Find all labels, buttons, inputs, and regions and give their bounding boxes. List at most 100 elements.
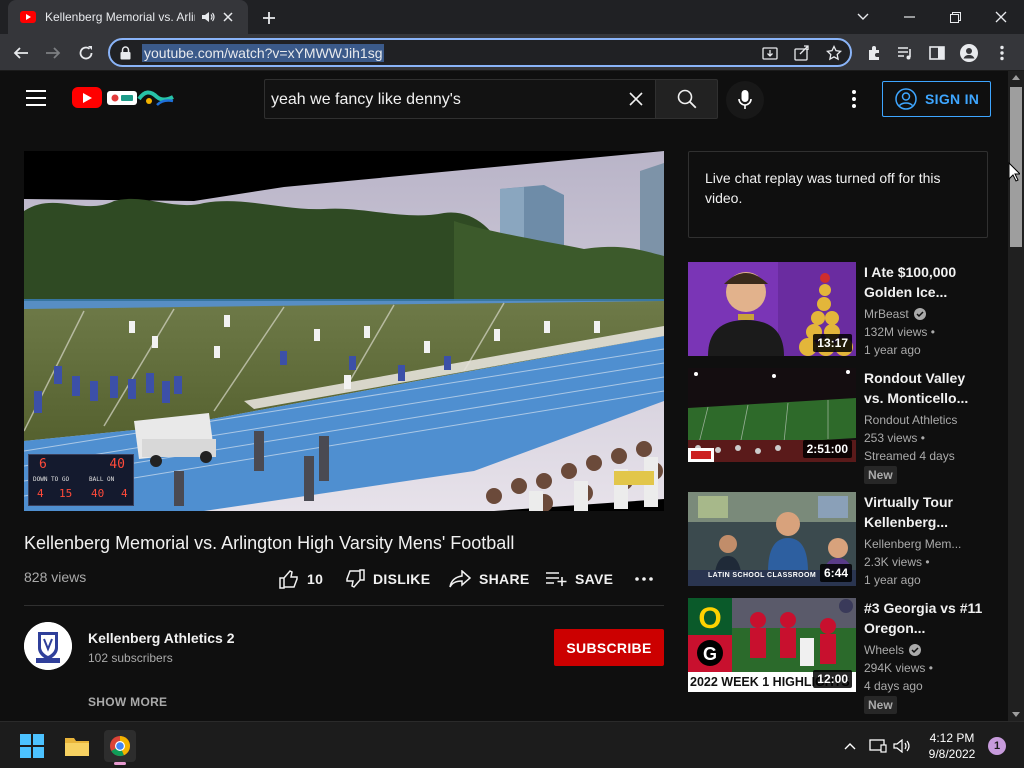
speaker-icon[interactable] (201, 11, 215, 23)
restore-button[interactable] (932, 0, 978, 34)
svg-text:O: O (698, 602, 721, 635)
recommended-video[interactable]: 2:51:00 Rondout Valley vs. Monticello...… (688, 368, 988, 484)
address-bar[interactable]: youtube.com/watch?v=xYMWWJih1sg (108, 38, 852, 67)
video-thumbnail[interactable]: 13:17 (688, 262, 856, 356)
lock-icon[interactable] (120, 46, 131, 60)
kellenberg-crest-icon (24, 622, 72, 670)
channel-avatar[interactable] (24, 622, 72, 670)
minimize-button[interactable] (886, 0, 932, 34)
video-duration: 6:44 (819, 564, 852, 582)
voice-search-button[interactable] (726, 81, 764, 119)
video-thumbnail[interactable]: 2:51:00 (688, 368, 856, 462)
video-title: Kellenberg Memorial vs. Arlington High V… (24, 533, 515, 553)
recommended-channel[interactable]: Kellenberg Mem... (864, 537, 961, 551)
recommended-video-title[interactable]: I Ate $100,000 Golden Ice... (864, 262, 984, 302)
show-more-button[interactable]: SHOW MORE (88, 695, 167, 709)
scoreboard-overlay: 6 40 DOWN TO GO BALL ON 4 15 40 4 (28, 454, 134, 506)
video-duration: 13:17 (813, 334, 852, 352)
recommended-age: 1 year ago (864, 343, 921, 357)
install-app-icon[interactable] (762, 45, 778, 61)
video-player[interactable]: 6 40 DOWN TO GO BALL ON 4 15 40 4 (24, 151, 664, 511)
recommended-channel[interactable]: Rondout Athletics (864, 413, 957, 427)
dislike-button[interactable]: DISLIKE (345, 568, 430, 590)
search-icon (677, 89, 696, 109)
sign-in-button[interactable]: SIGN IN (882, 81, 991, 117)
recommended-video-title[interactable]: Rondout Valley vs. Monticello... (864, 368, 984, 408)
mouse-cursor-icon (1008, 162, 1020, 182)
youtube-doodle-logo[interactable] (105, 85, 177, 111)
recommended-video[interactable]: LATIN SCHOOL CLASSROOM 6:44 Virtually To… (688, 492, 988, 592)
scroll-down-arrow-icon[interactable] (1012, 712, 1020, 717)
subscribe-button[interactable]: SUBSCRIBE (554, 629, 664, 666)
score-down: 4 (37, 487, 44, 500)
reload-button[interactable] (73, 40, 99, 66)
recommended-video-title[interactable]: Virtually Tour Kellenberg... (864, 492, 984, 532)
recommended-video[interactable]: O G 2022 WEEK 1 HIGHLIGHTS 12:00 #3 Geor… (688, 598, 988, 714)
recommended-video-title[interactable]: #3 Georgia vs #11 Oregon... (864, 598, 984, 638)
new-tab-button[interactable] (258, 7, 280, 29)
share-button[interactable]: SHARE (449, 568, 530, 590)
chrome-taskbar-icon[interactable] (104, 730, 136, 765)
tab-close-icon[interactable] (223, 12, 233, 22)
notification-badge[interactable]: 1 (988, 737, 1006, 755)
url-text[interactable]: youtube.com/watch?v=xYMWWJih1sg (142, 44, 385, 62)
video-thumbnail[interactable]: LATIN SCHOOL CLASSROOM 6:44 (688, 492, 856, 586)
youtube-logo-icon[interactable] (72, 87, 102, 108)
bookmark-star-icon[interactable] (826, 45, 842, 61)
file-explorer-icon[interactable] (61, 730, 93, 762)
thumbs-up-icon (279, 570, 298, 589)
recommended-age: 1 year ago (864, 573, 921, 587)
settings-more-icon[interactable] (846, 89, 862, 109)
hamburger-menu-icon[interactable] (26, 90, 46, 106)
tab-title: Kellenberg Memorial vs. Arlin (45, 10, 195, 24)
browser-menu-icon[interactable] (989, 40, 1015, 66)
recommended-channel[interactable]: MrBeast (864, 307, 926, 321)
live-chat-notice: Live chat replay was turned off for this… (688, 151, 988, 238)
media-control-icon[interactable] (892, 40, 918, 66)
search-query-text[interactable]: yeah we fancy like denny's (271, 91, 461, 109)
forward-button[interactable] (40, 40, 66, 66)
search-button[interactable] (655, 79, 718, 119)
side-panel-icon[interactable] (924, 40, 950, 66)
clock-time: 4:12 PM (929, 731, 975, 745)
recommended-channel-name: Wheels (864, 643, 905, 657)
playlist-add-icon (546, 572, 567, 586)
scroll-up-arrow-icon[interactable] (1012, 75, 1020, 80)
video-thumbnail[interactable]: O G 2022 WEEK 1 HIGHLIGHTS 12:00 (688, 598, 856, 692)
microphone-icon (738, 90, 752, 109)
save-button[interactable]: SAVE (545, 568, 613, 590)
volume-icon[interactable] (890, 730, 914, 762)
profile-avatar-icon[interactable] (956, 40, 982, 66)
extensions-puzzle-icon[interactable] (861, 40, 887, 66)
channel-name[interactable]: Kellenberg Athletics 2 (88, 630, 235, 646)
back-button[interactable] (8, 40, 34, 66)
system-clock[interactable]: 4:12 PM 9/8/2022 (920, 730, 984, 762)
network-icon[interactable] (866, 730, 890, 762)
recommended-views: 294K views • (864, 661, 933, 675)
svg-text:G: G (703, 644, 717, 664)
recommended-channel[interactable]: Wheels (864, 643, 922, 657)
search-input[interactable]: yeah we fancy like denny's (264, 79, 655, 119)
share-label: SHARE (479, 571, 530, 587)
share-page-icon[interactable] (794, 45, 810, 61)
score-togo: 15 (59, 487, 73, 500)
close-window-button[interactable] (978, 0, 1024, 34)
recommended-video[interactable]: 13:17 I Ate $100,000 Golden Ice... MrBea… (688, 262, 988, 362)
video-duration: 2:51:00 (802, 440, 852, 458)
youtube-favicon-icon (20, 11, 36, 23)
more-actions-icon[interactable] (635, 568, 661, 590)
new-badge: New (864, 696, 897, 714)
show-hidden-icons-chevron-icon[interactable] (836, 730, 864, 762)
tab-search-chevron-icon[interactable] (840, 0, 886, 34)
like-button[interactable]: 10 (279, 568, 323, 590)
recommended-views: 253 views • (864, 431, 925, 445)
clear-search-icon[interactable] (627, 90, 645, 108)
video-duration: 12:00 (813, 670, 852, 688)
subscriber-count: 102 subscribers (88, 651, 173, 665)
new-badge: New (864, 466, 897, 484)
windows-start-icon[interactable] (16, 730, 48, 762)
score-down-label: DOWN TO GO (33, 476, 70, 483)
score-qtr: 4 (121, 487, 128, 500)
like-count: 10 (307, 571, 324, 587)
browser-tab-active[interactable]: Kellenberg Memorial vs. Arlin (8, 0, 248, 34)
